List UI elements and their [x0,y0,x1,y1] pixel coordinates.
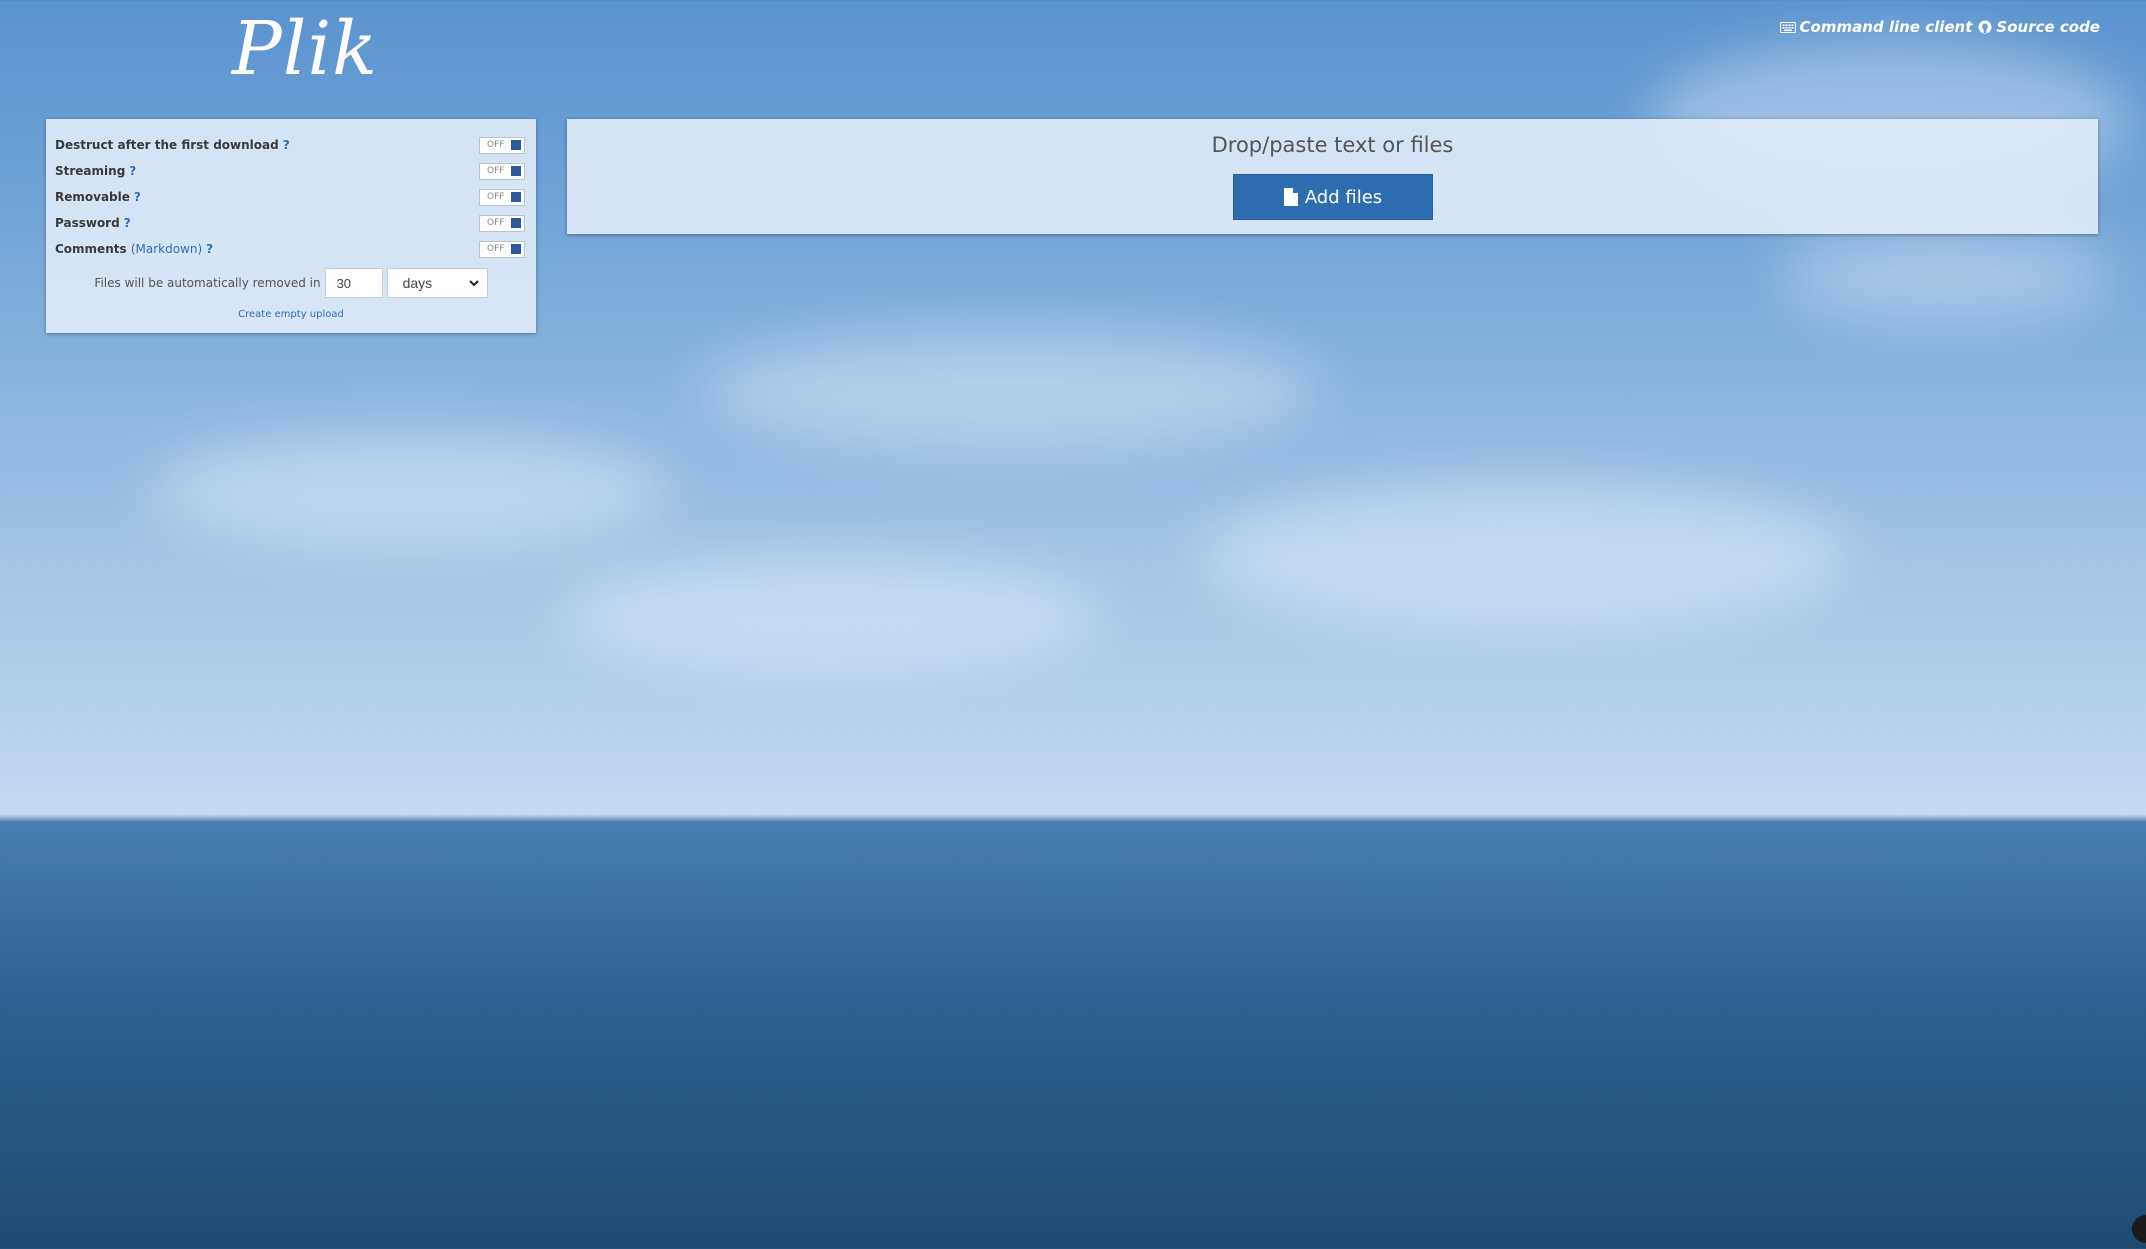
source-code-link-label: Source code [1996,18,2100,36]
password-toggle[interactable]: OFF [479,214,525,232]
option-destruct-row: Destruct after the first download? OFF [55,135,525,155]
removable-toggle[interactable]: OFF [479,188,525,206]
toggle-state: OFF [487,192,505,202]
toggle-knob [511,218,521,228]
ttl-label: Files will be automatically removed in [94,276,321,290]
toggle-knob [511,192,521,202]
drop-zone-title: Drop/paste text or files [1211,133,1454,157]
option-label: Removable? [55,190,141,204]
upload-options-panel: Destruct after the first download? OFF S… [46,119,536,333]
toggle-state: OFF [487,140,505,150]
streaming-toggle[interactable]: OFF [479,162,525,180]
comments-toggle[interactable]: OFF [479,240,525,258]
add-files-label: Add files [1304,186,1383,208]
background-cloud [1780,230,2110,320]
background-cloud [1200,480,1850,630]
option-comments-row: Comments (Markdown)? OFF [55,239,525,259]
option-label: Destruct after the first download? [55,138,290,152]
ttl-row: Files will be automatically removed in 3… [46,266,536,300]
destruct-toggle[interactable]: OFF [479,136,525,154]
ttl-unit-select[interactable]: days [386,268,488,298]
toggle-state: OFF [487,166,505,176]
option-streaming-row: Streaming? OFF [55,161,525,181]
ttl-unit-value: days [402,275,433,291]
corner-widget[interactable] [2132,1215,2146,1243]
markdown-link[interactable]: Markdown [136,242,198,256]
background-cloud [560,560,1100,670]
keyboard-icon [1779,21,1796,33]
add-files-button[interactable]: Add files [1233,174,1433,220]
background-cloud [700,330,1320,450]
toggle-knob [511,166,521,176]
option-label: Streaming? [55,164,137,178]
cli-link-label: Command line client [1799,18,1973,36]
option-label: Password? [55,216,131,230]
source-code-link[interactable]: Source code [1978,18,2100,36]
help-link[interactable]: ? [206,242,213,256]
background-cloud [150,430,670,550]
help-link[interactable]: ? [129,164,136,178]
help-link[interactable]: ? [134,190,141,204]
cli-link[interactable]: Command line client [1779,18,1973,36]
help-link[interactable]: ? [124,216,131,230]
option-password-row: Password? OFF [55,213,525,233]
toggle-state: OFF [487,218,505,228]
option-label: Comments (Markdown)? [55,242,214,256]
create-empty-upload-link[interactable]: Create empty upload [46,309,536,320]
drop-zone[interactable]: Drop/paste text or files Add files [567,119,2098,234]
app-logo[interactable]: Plik [232,6,378,92]
toggle-state: OFF [487,244,505,254]
option-removable-row: Removable? OFF [55,187,525,207]
toggle-knob [511,140,521,150]
top-links: Command line client Source code [1779,18,2100,36]
help-link[interactable]: ? [283,138,290,152]
toggle-knob [511,244,521,254]
file-icon [1283,188,1298,206]
ttl-value-input[interactable]: 30 [324,268,383,298]
github-icon [1978,20,1992,34]
chevron-down-icon [468,279,479,286]
